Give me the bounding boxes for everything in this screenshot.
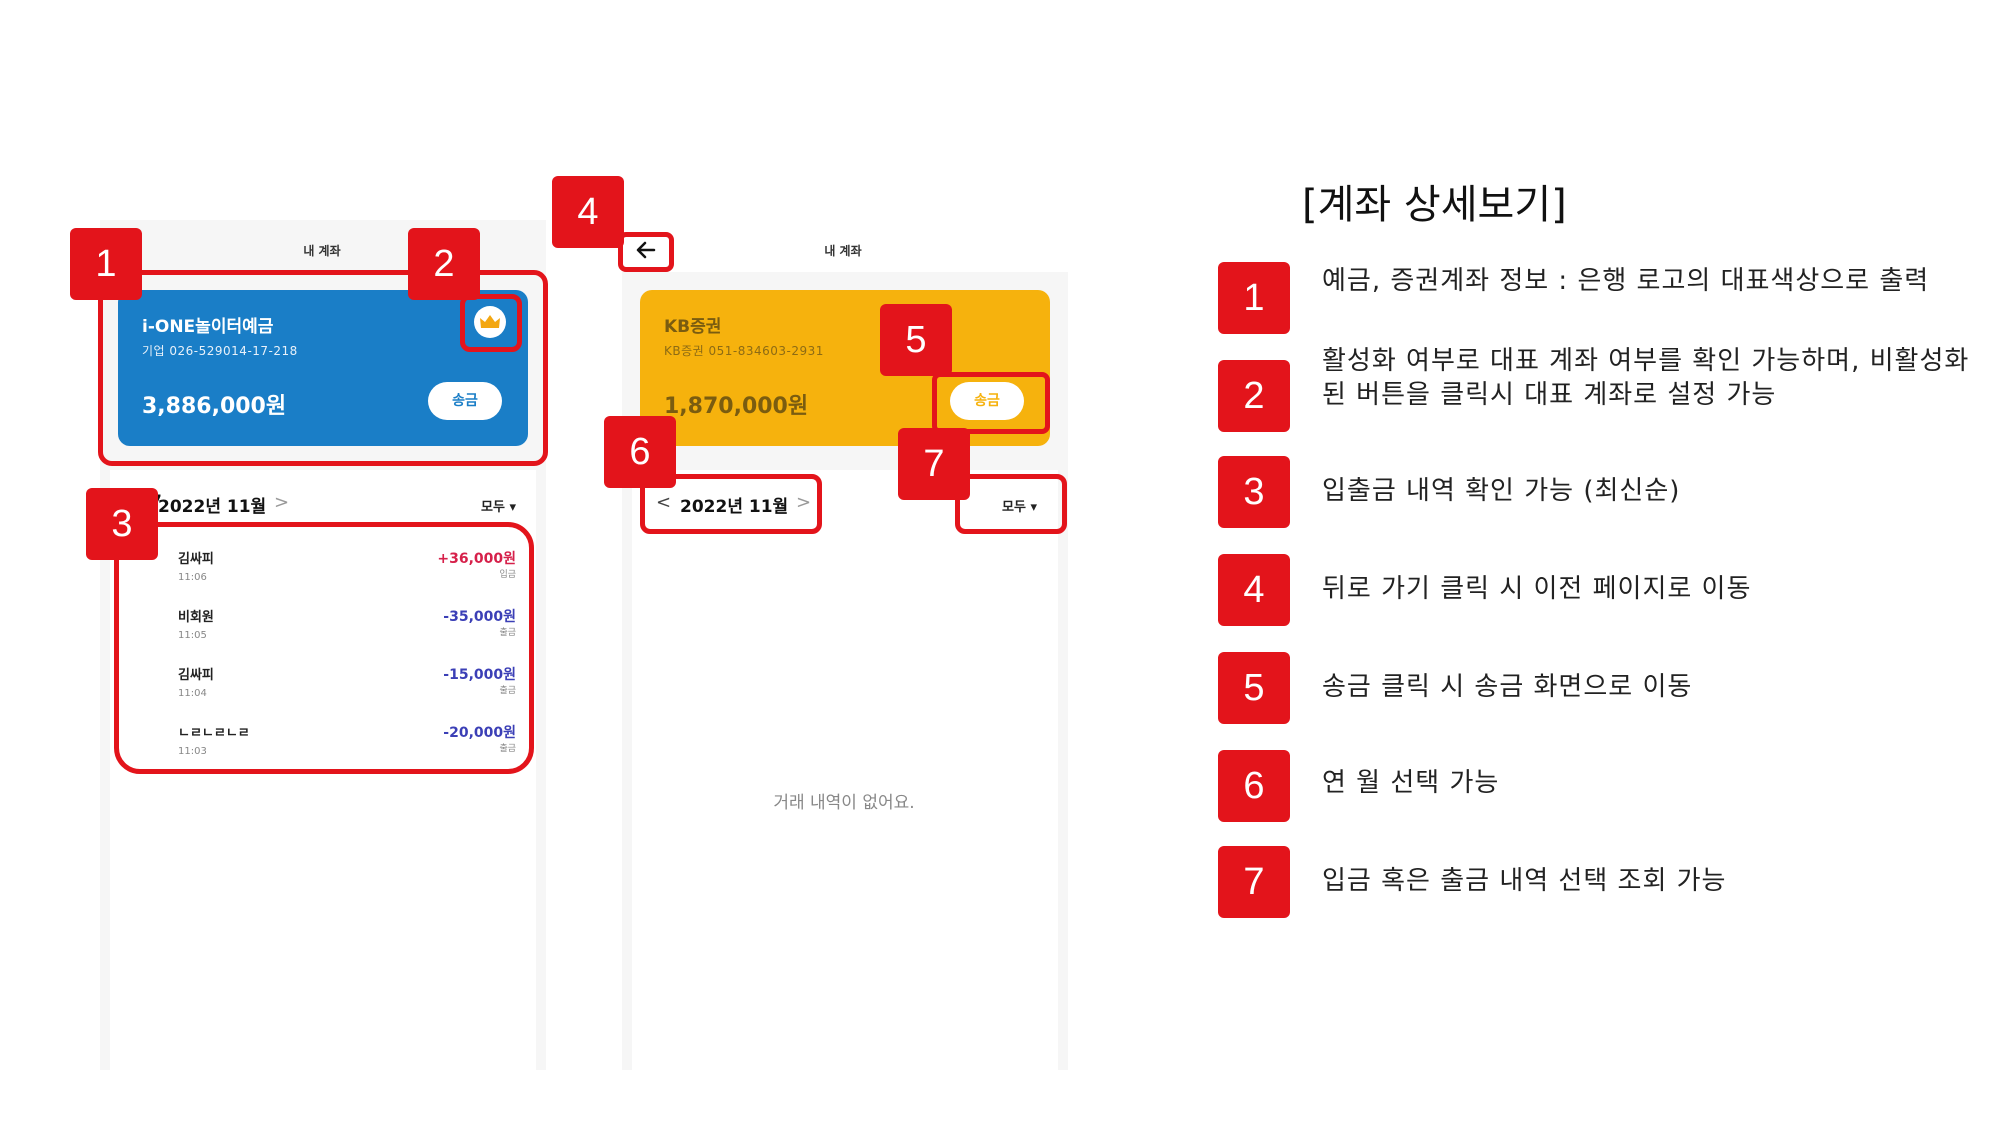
annotation-badge-7: 7 bbox=[898, 428, 970, 500]
annotation-box-5 bbox=[932, 372, 1050, 434]
legend-badge-4: 4 bbox=[1218, 554, 1290, 626]
account-balance: 1,870,000원 bbox=[664, 394, 809, 419]
legend-text-2: 활성화 여부로 대표 계좌 여부를 확인 가능하며, 비활성화 된 버튼을 클릭… bbox=[1322, 346, 1970, 410]
annotation-box-2 bbox=[460, 294, 522, 352]
left-filter-dropdown[interactable]: 모두 ▾ bbox=[481, 496, 516, 515]
legend-text-1: 예금, 증권계좌 정보 : 은행 로고의 대표색상으로 출력 bbox=[1322, 266, 1930, 296]
legend-badge-7: 7 bbox=[1218, 846, 1290, 918]
annotation-badge-6: 6 bbox=[604, 416, 676, 488]
legend-title: [계좌 상세보기] bbox=[1302, 182, 1567, 228]
left-month-label[interactable]: 2022년 11월 bbox=[158, 492, 266, 517]
legend-text-3: 입출금 내역 확인 가능 (최신순) bbox=[1322, 476, 1681, 506]
empty-transactions-message: 거래 내역이 없어요. bbox=[773, 793, 915, 813]
legend-text-4: 뒤로 가기 클릭 시 이전 페이지로 이동 bbox=[1322, 574, 1752, 604]
legend-badge-6: 6 bbox=[1218, 750, 1290, 822]
legend-badge-5: 5 bbox=[1218, 652, 1290, 724]
legend-text-6: 연 월 선택 가능 bbox=[1322, 768, 1500, 798]
annotation-badge-4: 4 bbox=[552, 176, 624, 248]
legend-text-7: 입금 혹은 출금 내역 선택 조회 가능 bbox=[1322, 866, 1727, 896]
legend-text-5: 송금 클릭 시 송금 화면으로 이동 bbox=[1322, 672, 1693, 702]
left-page-title: 내 계좌 bbox=[303, 244, 341, 258]
annotation-badge-5: 5 bbox=[880, 304, 952, 376]
annotation-box-3 bbox=[114, 522, 534, 774]
annotation-box-4 bbox=[618, 232, 674, 272]
legend-badge-3: 3 bbox=[1218, 456, 1290, 528]
annotation-box-7 bbox=[955, 474, 1067, 534]
annotation-badge-2: 2 bbox=[408, 228, 480, 300]
left-month-next-icon[interactable]: > bbox=[274, 492, 289, 513]
annotation-badge-3: 3 bbox=[86, 488, 158, 560]
right-page-title: 내 계좌 bbox=[824, 244, 862, 258]
account-name: KB증권 bbox=[664, 317, 722, 337]
right-phone-content bbox=[632, 470, 1058, 1070]
legend-badge-2: 2 bbox=[1218, 360, 1290, 432]
legend-badge-1: 1 bbox=[1218, 262, 1290, 334]
account-number: KB증권 051-834603-2931 bbox=[664, 344, 824, 358]
annotation-badge-1: 1 bbox=[70, 228, 142, 300]
